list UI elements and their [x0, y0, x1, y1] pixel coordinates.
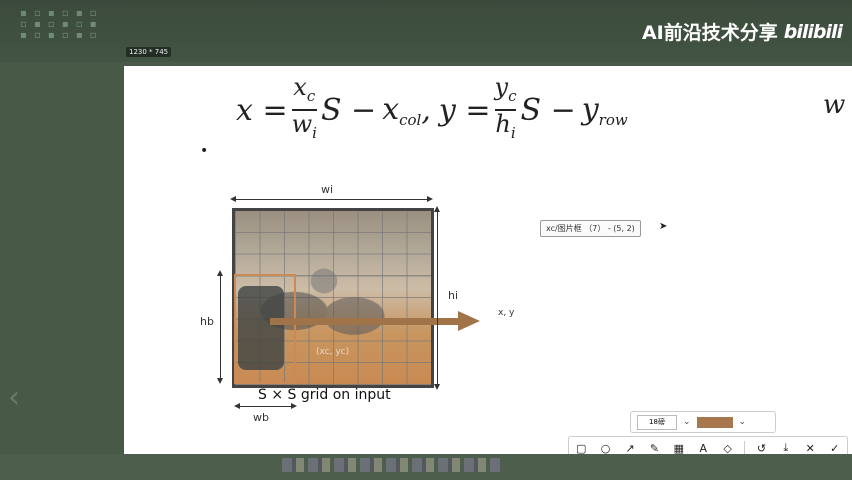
label-xy: x, y: [498, 308, 515, 318]
brand-title: AI前沿技术分享: [641, 22, 778, 44]
center-label: (xc, yc): [316, 347, 350, 357]
pen-icon[interactable]: ✎: [646, 442, 662, 455]
check-icon[interactable]: ✓: [827, 442, 843, 455]
xc-sub: c: [306, 87, 316, 105]
chevron-down-icon[interactable]: ⌄: [739, 417, 747, 427]
yc-sub: c: [508, 87, 517, 105]
font-size-select[interactable]: 18磅: [637, 414, 677, 430]
circle-icon[interactable]: ○: [598, 442, 614, 455]
yrow-sub: row: [598, 110, 628, 129]
annotation-options: 18磅 ⌄ ⌄: [630, 411, 776, 433]
arrow-up-icon: [434, 206, 440, 212]
grid-caption: S × S grid on input: [258, 387, 391, 403]
desktop-icons-blurred: ▪ ▫ ▪ ▫ ▪ ▫ ▫ ▪ ▫ ▪ ▫ ▪ ▪ ▫ ▪ ▫ ▪ ▫: [20, 8, 99, 41]
divider: [744, 441, 746, 455]
formula: x = xc wi S − xcol , y = yc hi S − yrow: [236, 74, 628, 146]
text-icon[interactable]: A: [695, 442, 711, 455]
formula-x-lhs: x =: [236, 92, 288, 128]
arrow-left-icon: [234, 403, 240, 409]
color-swatch[interactable]: [696, 416, 733, 428]
hi-dimension-line: [437, 208, 438, 388]
label-hb: hb: [200, 315, 214, 328]
left-pane: ‹: [0, 62, 124, 454]
capture-size-label: 1230 * 745: [126, 47, 172, 57]
desktop-top-bar: ▪ ▫ ▪ ▫ ▪ ▫ ▫ ▪ ▫ ▪ ▫ ▪ ▪ ▫ ▪ ▫ ▪ ▫ 1230 *…: [0, 0, 852, 62]
tooltip: xc/图片框 （7） - (5, 2): [540, 220, 641, 237]
label-hi: hi: [448, 289, 459, 302]
yc-num: y: [494, 73, 509, 101]
label-wi: wi: [321, 183, 334, 196]
arrow-down-icon: [434, 384, 440, 390]
arrow-right-icon: [427, 196, 433, 202]
xcol-sub: col: [399, 110, 422, 129]
brand-watermark: AI前沿技术分享 bilibili: [641, 18, 843, 45]
hi-den: h: [495, 110, 511, 138]
arrow-icon[interactable]: ↗: [622, 442, 638, 455]
taskbar-icons[interactable]: [282, 458, 502, 472]
download-icon[interactable]: ⤓: [778, 441, 794, 455]
arrow-down-icon: [217, 378, 223, 384]
arrow-shaft: [270, 318, 460, 325]
formula-s2: S −: [520, 92, 576, 128]
fraction-xc-wi: xc wi: [291, 73, 317, 146]
formula-y-lhs: y =: [438, 92, 491, 128]
cursor-icon: ➤: [659, 221, 668, 232]
close-icon[interactable]: ✕: [802, 442, 818, 455]
arrow-left-icon: [230, 196, 236, 202]
yrow: y: [581, 91, 599, 127]
bounding-box: [234, 274, 296, 384]
formula-trailing-w: w: [823, 90, 846, 120]
chevron-left-icon[interactable]: ‹: [8, 380, 20, 415]
arrow-head-icon: [458, 311, 480, 331]
wi-dimension-line: [232, 199, 430, 200]
bullet: •: [200, 143, 209, 159]
mosaic-icon[interactable]: ▦: [671, 442, 687, 455]
rectangle-icon[interactable]: ▢: [573, 442, 589, 455]
arrow-right-icon: [291, 403, 297, 409]
hb-dimension-line: [220, 272, 221, 382]
arrow-up-icon: [217, 270, 223, 276]
chevron-down-icon[interactable]: ⌄: [683, 417, 691, 427]
formula-comma: ,: [421, 92, 431, 128]
wi-sub: i: [312, 124, 317, 142]
hi-sub: i: [510, 124, 516, 142]
label-wb: wb: [253, 411, 269, 424]
undo-icon[interactable]: ↺: [753, 442, 769, 455]
xcol: x: [382, 91, 400, 127]
wb-dimension-line: [236, 406, 294, 407]
bilibili-logo: bilibili: [783, 20, 843, 43]
wi-den: w: [291, 110, 313, 138]
formula-s1: S −: [320, 92, 377, 128]
xc-num: x: [293, 73, 307, 101]
fraction-yc-hi: yc hi: [494, 73, 517, 146]
eraser-icon[interactable]: ◇: [720, 442, 736, 455]
